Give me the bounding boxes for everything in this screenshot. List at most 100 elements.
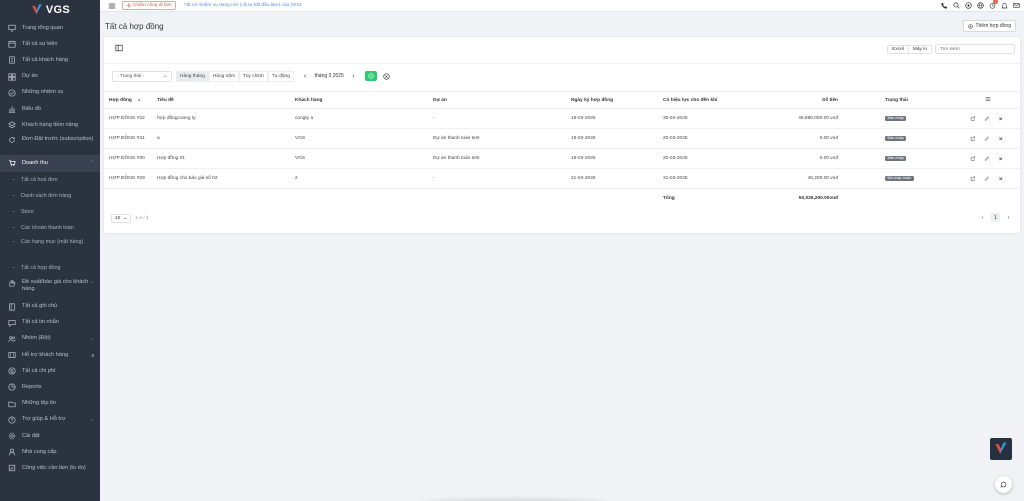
col-client[interactable]: Khách hàng <box>295 98 322 103</box>
add-circle-icon[interactable] <box>964 1 972 9</box>
sidebar-item-charts[interactable]: Biểu đồ <box>0 101 100 117</box>
sidebar-item-tasks[interactable]: Những nhiệm vụ <box>0 85 100 101</box>
project-link[interactable]: Dự án thanh toán test <box>433 156 479 161</box>
list-menu-icon[interactable] <box>985 96 991 104</box>
sidebar-item-settings[interactable]: Cài đặt <box>0 428 100 444</box>
contract-id-link[interactable]: HỢP ĐỒNG #31 <box>109 136 145 141</box>
sidebar-item-projects[interactable]: Dự án <box>0 69 100 85</box>
logo-mark-icon <box>32 4 42 15</box>
sidebar-item-proposals[interactable]: Đề xuất/báo giá cho khách hàng ⌄ <box>0 276 100 298</box>
edit-icon[interactable] <box>984 136 990 142</box>
bell-icon[interactable] <box>1000 1 1008 9</box>
col-contract[interactable]: Hợp đồng ▴ <box>109 98 140 103</box>
edit-icon[interactable] <box>984 156 990 162</box>
sidebar-item-subscriptions[interactable]: Đơn Đặt trước (subscription) <box>0 133 100 155</box>
menu-toggle-icon[interactable] <box>108 2 116 10</box>
sidebar-item-support[interactable]: Hỗ trợ khách hàng 8 <box>0 347 100 363</box>
contract-title-link[interactable]: Hợp đồng 01 <box>157 156 185 161</box>
dash-marker: – <box>12 192 15 199</box>
delete-icon[interactable] <box>998 156 1004 162</box>
sidebar-item-clients[interactable]: Tất cả khách hàng <box>0 52 100 68</box>
open-external-icon[interactable] <box>970 116 976 122</box>
tab-custom[interactable]: Tùy chỉnh <box>238 70 268 82</box>
col-amount[interactable]: Số tiền <box>822 98 838 103</box>
contract-title-link[interactable]: a <box>157 136 160 141</box>
search-icon[interactable] <box>952 1 960 9</box>
sidebar-item-suppliers[interactable]: Nhà cung cấp <box>0 444 100 460</box>
sidebar-item-expenses[interactable]: Tất cả chi phí <box>0 363 100 379</box>
search-input[interactable] <box>935 44 1015 54</box>
delete-icon[interactable] <box>998 176 1004 182</box>
sidebar-item-todo[interactable]: Công việc cần làm (to do) <box>0 460 100 476</box>
reset-filter-button[interactable] <box>382 72 391 81</box>
sidebar-subitem-store[interactable]: – Store <box>0 204 100 220</box>
status-select[interactable]: - Trạng thái - ⌄ <box>112 70 172 82</box>
sidebar-subitem-items[interactable]: – Các hạng mục (mặt hàng) <box>0 236 100 260</box>
sidebar-item-messages[interactable]: Tất cả tin nhắn <box>0 315 100 331</box>
print-button[interactable]: Máy in <box>907 46 931 53</box>
brand-name: VGS <box>45 4 71 16</box>
phone-icon[interactable] <box>940 1 948 9</box>
delete-icon[interactable] <box>998 136 1004 142</box>
col-status[interactable]: Trạng thái <box>885 98 908 103</box>
open-external-icon[interactable] <box>970 156 976 162</box>
client-link[interactable]: congty a <box>295 116 313 121</box>
tab-dynamic[interactable]: Tự động <box>267 70 294 82</box>
status-badge-wrap: Bản nháp <box>885 115 907 122</box>
sidebar-item-help[interactable]: Trợ giúp & Hỗ trợ ⌄ <box>0 412 100 428</box>
globe-icon[interactable] <box>976 1 984 9</box>
sidebar-item-revenue[interactable]: Doanh thu ⌃ <box>0 155 100 172</box>
col-signed-date[interactable]: Ngày ký hợp đồng <box>571 98 613 103</box>
sidebar-subitem-invoices[interactable]: – Tất cả hoá đơn <box>0 172 100 188</box>
client-link[interactable]: 2 <box>295 176 298 181</box>
delete-icon[interactable] <box>998 116 1004 122</box>
sidebar-subitem-payments[interactable]: – Các khoản thanh toán <box>0 220 100 236</box>
apply-filter-button[interactable] <box>364 71 377 81</box>
next-page-icon[interactable]: › <box>1004 213 1013 222</box>
columns-toggle-icon[interactable] <box>115 44 123 52</box>
signed-date-cell: 19-03-2025 <box>571 156 596 161</box>
brand-logo[interactable]: VGS <box>0 0 100 20</box>
contract-id-link[interactable]: HỢP ĐỒNG #30 <box>109 156 145 161</box>
open-tasks-link[interactable]: Tất cả nhiệm vụ đang mở (chưa bắt đầu là… <box>184 3 302 8</box>
contract-title-link[interactable]: Hợp đồng cho báo giá số 02 <box>157 176 218 181</box>
sidebar-item-notes[interactable]: Tất cả ghi chú <box>0 298 100 314</box>
app-logo-badge[interactable] <box>990 438 1012 460</box>
clock-in-button[interactable]: Chấm công đi làm <box>122 1 176 10</box>
prev-month-icon[interactable]: ‹ <box>304 73 306 80</box>
sidebar-item-files[interactable]: Những tệp tin <box>0 396 100 412</box>
page-number[interactable]: 1 <box>991 213 1000 222</box>
contract-id-link[interactable]: HỢP ĐỒNG #29 <box>109 176 145 181</box>
page-size-value: 10 <box>115 216 121 221</box>
open-external-icon[interactable] <box>970 136 976 142</box>
mail-icon[interactable] <box>1012 1 1020 9</box>
project-link[interactable]: Dự án thanh toán test <box>433 136 479 141</box>
col-title[interactable]: Tiêu đề <box>157 98 174 103</box>
col-project[interactable]: Dự án <box>433 98 447 103</box>
contract-id-link[interactable]: HỢP ĐỒNG #32 <box>109 116 145 121</box>
prev-page-icon[interactable]: ‹ <box>978 213 987 222</box>
sidebar-item-reports[interactable]: Reports <box>0 379 100 395</box>
col-valid-until[interactable]: Có hiệu lực cho đến khi <box>663 98 717 103</box>
sidebar-item-leads[interactable]: Khách hàng tiềm năng <box>0 117 100 133</box>
sidebar-item-events[interactable]: Tất cả sự kiện <box>0 36 100 52</box>
sidebar-item-team[interactable]: Nhóm (Đội) ⌄ <box>0 331 100 347</box>
edit-icon[interactable] <box>984 176 990 182</box>
chat-button[interactable] <box>995 476 1012 493</box>
tab-monthly[interactable]: Hàng tháng <box>176 70 209 82</box>
sidebar-item-dashboard[interactable]: Trang tổng quan <box>0 20 100 36</box>
page-size-select[interactable]: 10 ⌄ <box>111 214 131 223</box>
edit-icon[interactable] <box>984 116 990 122</box>
contract-title-link[interactable]: hợp đồngcoong ty <box>157 116 196 121</box>
tab-yearly[interactable]: Hàng năm <box>208 70 239 82</box>
sidebar-subitem-orders[interactable]: – Danh sách đơn hàng <box>0 188 100 204</box>
timer-icon[interactable]: 2 <box>988 0 998 9</box>
open-external-icon[interactable] <box>970 176 976 182</box>
sidebar-subitem-contracts[interactable]: – Tất cả hợp đồng <box>0 260 100 276</box>
excel-button[interactable]: Excel <box>888 46 908 53</box>
client-link[interactable]: VGS <box>295 136 305 141</box>
next-month-icon[interactable]: › <box>352 73 354 80</box>
add-contract-button[interactable]: Thêm hợp đồng <box>963 20 1016 32</box>
sort-asc-icon: ▴ <box>137 97 141 103</box>
client-link[interactable]: VGS <box>295 156 305 161</box>
